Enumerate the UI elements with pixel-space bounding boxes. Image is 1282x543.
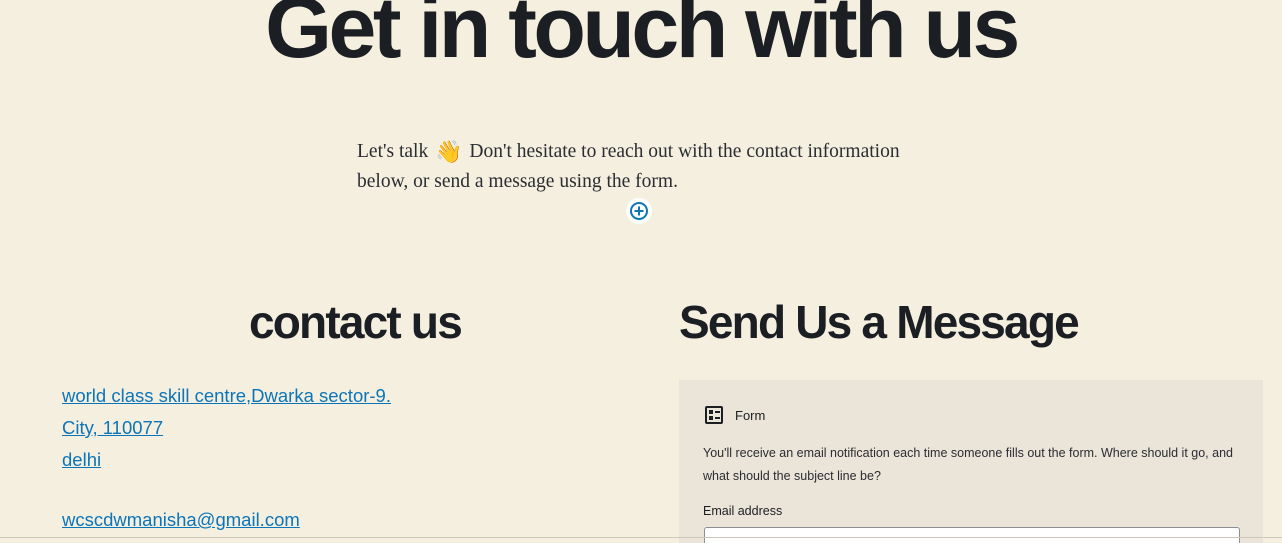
- intro-paragraph: Let's talk 👋 Don't hesitate to reach out…: [357, 137, 947, 197]
- email-link[interactable]: wcscdwmanisha@gmail.com: [62, 504, 300, 536]
- page-title: Get in touch with us: [265, 0, 1020, 76]
- address-line-2-link[interactable]: City, 110077: [62, 412, 163, 444]
- contact-heading: contact us: [248, 296, 463, 348]
- address-line-1-link[interactable]: world class skill centre,Dwarka sector-9…: [62, 380, 391, 412]
- form-block[interactable]: Form You'll receive an email notificatio…: [679, 380, 1263, 543]
- block-inserter-button[interactable]: [626, 198, 652, 224]
- viewport-divider: [0, 537, 1282, 538]
- plus-circle-icon: [630, 202, 648, 220]
- contact-info: world class skill centre,Dwarka sector-9…: [62, 380, 391, 536]
- email-address-label: Email address: [703, 504, 783, 518]
- intro-text-start: Let's talk: [357, 141, 429, 162]
- form-description: You'll receive an email notification eac…: [703, 446, 1233, 483]
- form-block-header: Form: [705, 406, 765, 424]
- waving-hand-emoji: 👋: [435, 139, 463, 164]
- email-address-input[interactable]: [704, 527, 1240, 543]
- message-heading: Send Us a Message: [679, 296, 1080, 348]
- form-icon: [705, 406, 723, 424]
- address-line-3-link[interactable]: delhi: [62, 444, 101, 476]
- form-block-label: Form: [735, 407, 766, 423]
